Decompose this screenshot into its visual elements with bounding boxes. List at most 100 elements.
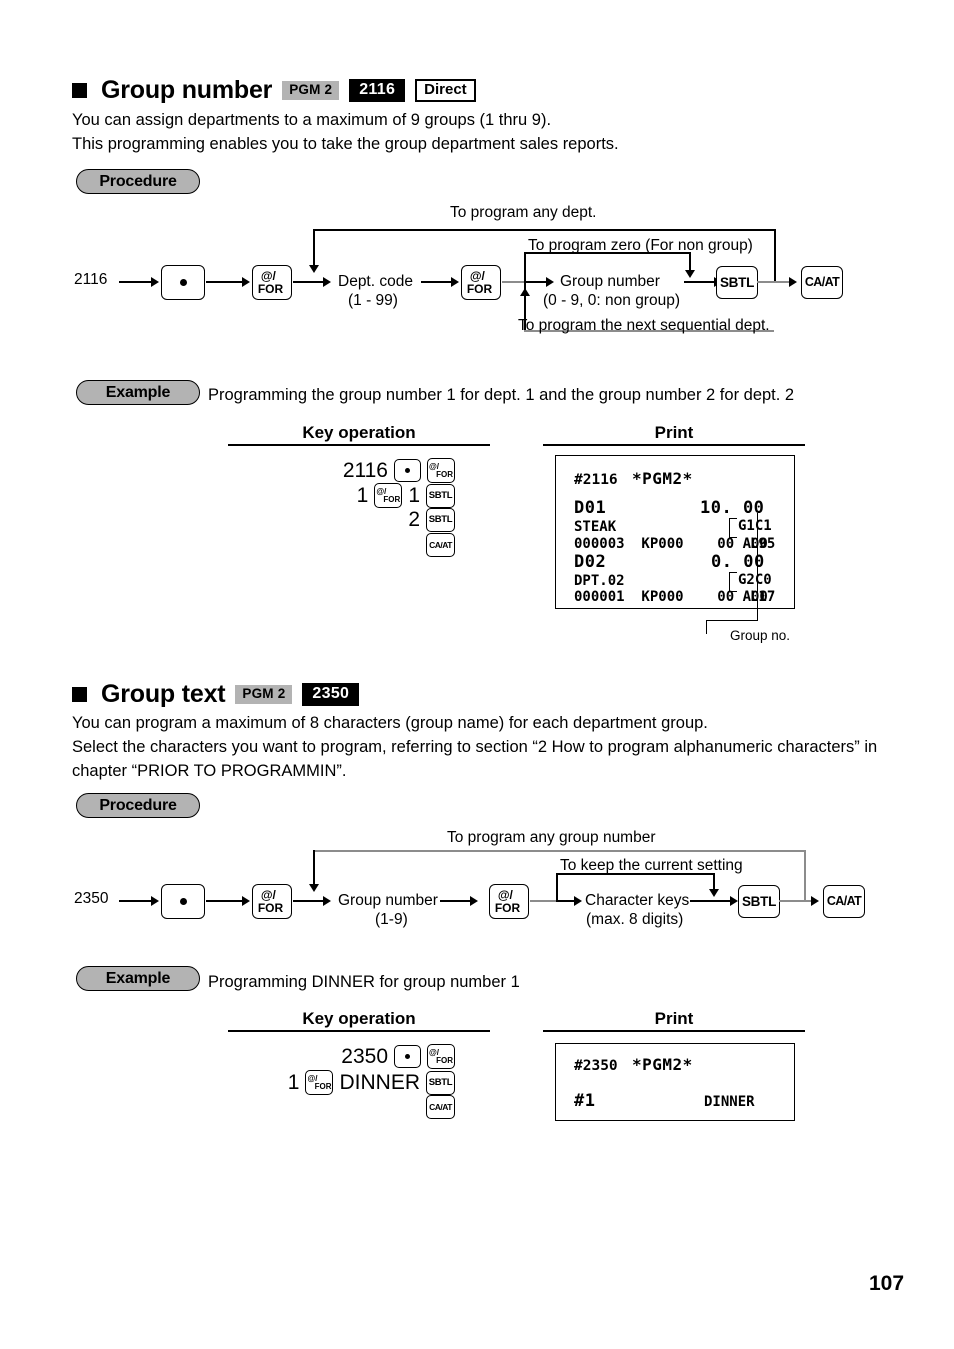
badge-pgm-mode: PGM 2 (282, 81, 340, 100)
flow-loop-line-mid (524, 252, 690, 254)
key-at-for-top: @/ (469, 269, 485, 284)
column-rule (228, 1030, 490, 1032)
key-at-for-bottom: FOR (436, 1055, 453, 1065)
keyop-number: 2 (408, 508, 420, 531)
flow-loop-line-mid (556, 873, 714, 875)
flow-connector (440, 900, 472, 902)
key-at-for-bottom: FOR (383, 494, 401, 504)
keyop-number: 1 (287, 1070, 300, 1094)
receipt-line-left: #1 (574, 1091, 596, 1111)
flow-connector (502, 281, 524, 283)
example-description: Programming the group number 1 for dept.… (208, 386, 795, 404)
flow-loop-label-top-2: To program any group number (447, 829, 656, 846)
receipt-bracket-group-2 (729, 572, 737, 592)
flow-arrow-right (811, 896, 819, 906)
keyop-text-value: DINNER (339, 1070, 420, 1094)
badge-pgm-mode: PGM 2 (235, 685, 293, 704)
flow-arrow-right (789, 277, 797, 287)
badge-direct: Direct (415, 78, 476, 103)
flow-connector (690, 900, 732, 902)
flow-connector (206, 281, 244, 283)
key-decimal-point (394, 459, 421, 482)
flow-node-character-keys-line1: Character keys (585, 892, 690, 909)
receipt-line-left: DPT.02 (574, 573, 625, 589)
column-header-print: Print (654, 423, 694, 442)
flow-connector (119, 900, 153, 902)
column-rule (543, 444, 805, 446)
receipt-line-left: STEAK (574, 519, 617, 535)
flow-arrow-right (151, 277, 159, 287)
flow-connector (779, 900, 813, 902)
example-description-2: Programming DINNER for group number 1 (208, 973, 520, 991)
badge-program-code: 2116 (349, 79, 406, 102)
key-sbtl: SBTL (426, 1070, 455, 1095)
key-at-for: @/ FOR (427, 1044, 455, 1069)
key-operation-row: 2350 @/ FOR (280, 1044, 455, 1069)
key-at-for-bottom: FOR (436, 469, 453, 479)
flow-arrow-right (470, 896, 478, 906)
section-paragraph-1: You can assign departments to a maximum … (72, 111, 552, 129)
key-operation-row: 1 @/ FOR 1 SBTL (280, 483, 455, 508)
flow-node-group-number-line2: (1-9) (375, 911, 408, 928)
keyop-number: 2116 (342, 458, 388, 482)
flow-node-group-number-line1: Group number (338, 892, 438, 909)
receipt-line-left: 000001 KP000 00 A00 (574, 589, 768, 605)
example-label-2: Example (76, 966, 200, 991)
flow-arrow-right (323, 896, 331, 906)
keyop-number: 2350 (341, 1044, 388, 1068)
bullet-square-icon (72, 687, 87, 702)
key-at-for-bottom: FOR (257, 900, 284, 915)
flow-start-number-2: 2350 (74, 890, 109, 907)
key-at-for: @/ FOR (252, 265, 292, 300)
flow-node-group-number-line1: Group number (560, 273, 660, 290)
flow-node-character-keys-line2: (max. 8 digits) (586, 911, 684, 928)
key-at-for-top: @/ (260, 888, 276, 903)
column-header-print-2: Print (654, 1009, 694, 1028)
key-at-for: @/ FOR (461, 265, 501, 300)
bullet-square-icon (72, 83, 87, 98)
receipt-printout-1: #2116 *PGM2* D01 10. 00 STEAK G1C1 00000… (555, 455, 795, 609)
page-number: 107 (869, 1272, 905, 1295)
receipt-header-code: #2116 (574, 472, 618, 488)
section-heading-group-text: Group text PGM 2 2350 (72, 680, 360, 709)
section-heading-group-number: Group number PGM 2 2116 Direct (72, 76, 476, 105)
procedure-label: Procedure (76, 169, 200, 194)
receipt-line-left: 000003 KP000 00 A00 (574, 536, 768, 552)
section2-paragraph-3: chapter “PRIOR TO PROGRAMMIN”. (72, 762, 347, 780)
key-sbtl: SBTL (716, 266, 758, 299)
flow-connector (293, 281, 325, 283)
key-operation-row: CA/AT (280, 533, 455, 557)
callout-leader-vertical (757, 513, 759, 621)
flow-arrow-right (242, 896, 250, 906)
flow-connector (119, 281, 153, 283)
example-label: Example (76, 380, 200, 405)
keyop-number: 1 (408, 483, 420, 507)
key-at-for-top: @/ (497, 888, 513, 903)
flow-arrow-down (309, 265, 319, 273)
flow-arrow-right (730, 896, 738, 906)
callout-group-no: Group no. (730, 628, 791, 643)
key-decimal-point (161, 884, 205, 919)
column-rule (543, 1030, 805, 1032)
receipt-bracket-group-1 (729, 518, 737, 538)
key-decimal-point (394, 1045, 421, 1068)
flow-connector (293, 900, 325, 902)
flow-arrow-right (242, 277, 250, 287)
receipt-line-right: G2C0 (738, 572, 772, 588)
key-decimal-point (161, 265, 205, 300)
flow-connector (530, 900, 556, 902)
flow-connector (206, 900, 244, 902)
keyop-number: 1 (356, 483, 369, 507)
receipt-line-left: D02 (574, 552, 607, 572)
flow-arrow-right (151, 896, 159, 906)
flow-node-group-number-line2: (0 - 9, 0: non group) (543, 292, 680, 309)
key-at-for-bottom: FOR (257, 281, 284, 296)
section2-paragraph-1: You can program a maximum of 8 character… (72, 714, 708, 732)
section-paragraph-2: This programming enables you to take the… (72, 135, 619, 153)
key-ca-at: CA/AT (801, 266, 843, 299)
flow-loop-label-bottom: To program the next sequential dept. (518, 317, 770, 334)
flow-arrow-up (520, 288, 530, 296)
column-rule (228, 444, 490, 446)
flow-junction-vertical (556, 873, 558, 901)
flow-start-number: 2116 (74, 271, 108, 288)
